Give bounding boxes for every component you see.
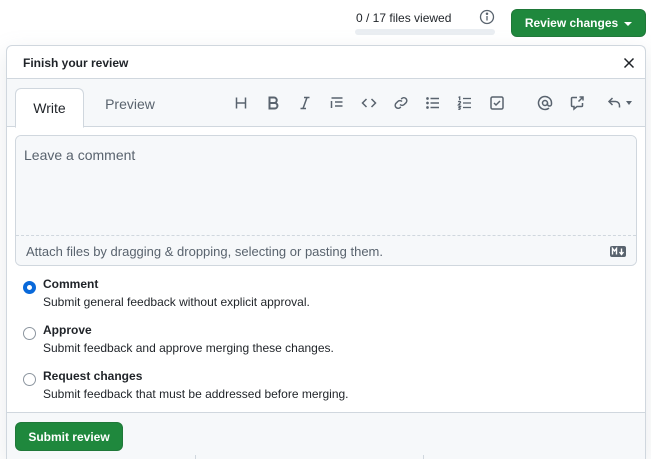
option-comment-description: Submit general feedback without explicit… [43, 295, 310, 309]
option-comment[interactable]: Comment Submit general feedback without … [23, 277, 623, 317]
comment-input[interactable] [16, 136, 636, 235]
radio-request-changes[interactable] [23, 373, 36, 386]
radio-approve[interactable] [23, 327, 36, 340]
editor-tabs: Write Preview [7, 79, 645, 128]
tab-write[interactable]: Write [15, 88, 84, 128]
radio-comment[interactable] [23, 281, 36, 294]
panel-footer: Submit review [7, 412, 645, 459]
heading-icon[interactable] [229, 91, 253, 115]
review-changes-button[interactable]: Review changes [511, 9, 646, 37]
background-divider [195, 455, 196, 459]
option-request-changes[interactable]: Request changes Submit feedback that mus… [23, 369, 623, 409]
saved-replies-icon[interactable] [603, 91, 635, 115]
numbered-list-icon[interactable] [453, 91, 477, 115]
mention-icon[interactable] [533, 91, 557, 115]
comment-editor: Attach files by dragging & dropping, sel… [15, 135, 637, 266]
caret-down-icon [624, 22, 633, 26]
markdown-icon[interactable] [610, 245, 626, 257]
caret-down-icon [625, 101, 632, 105]
attach-files-text: Attach files by dragging & dropping, sel… [26, 244, 383, 259]
info-icon[interactable] [479, 9, 495, 25]
task-list-icon[interactable] [485, 91, 509, 115]
bold-icon[interactable] [261, 91, 285, 115]
finish-review-panel: Finish your review Write Preview Leave a… [6, 45, 646, 459]
italic-icon[interactable] [293, 91, 317, 115]
panel-title: Finish your review [23, 56, 129, 70]
attach-files-bar[interactable]: Attach files by dragging & dropping, sel… [16, 235, 636, 265]
review-topbar: 0 / 17 files viewed Review changes [0, 0, 651, 44]
files-viewed-progress [355, 29, 495, 35]
background-divider [423, 455, 424, 459]
review-changes-label: Review changes [524, 16, 619, 30]
option-comment-label: Comment [43, 277, 99, 291]
option-request-changes-description: Submit feedback that must be addressed b… [43, 387, 349, 401]
bulleted-list-icon[interactable] [421, 91, 445, 115]
cross-reference-icon[interactable] [565, 91, 589, 115]
close-icon[interactable] [621, 55, 637, 71]
tab-preview[interactable]: Preview [97, 96, 163, 112]
option-approve[interactable]: Approve Submit feedback and approve merg… [23, 323, 623, 363]
option-approve-label: Approve [43, 323, 92, 337]
files-viewed-count: 0 / 17 files viewed [356, 11, 452, 25]
link-icon[interactable] [389, 91, 413, 115]
panel-header: Finish your review [7, 46, 645, 79]
submit-review-button[interactable]: Submit review [15, 422, 123, 451]
quote-icon[interactable] [325, 91, 349, 115]
option-request-changes-label: Request changes [43, 369, 143, 383]
option-approve-description: Submit feedback and approve merging thes… [43, 341, 334, 355]
code-icon[interactable] [357, 91, 381, 115]
